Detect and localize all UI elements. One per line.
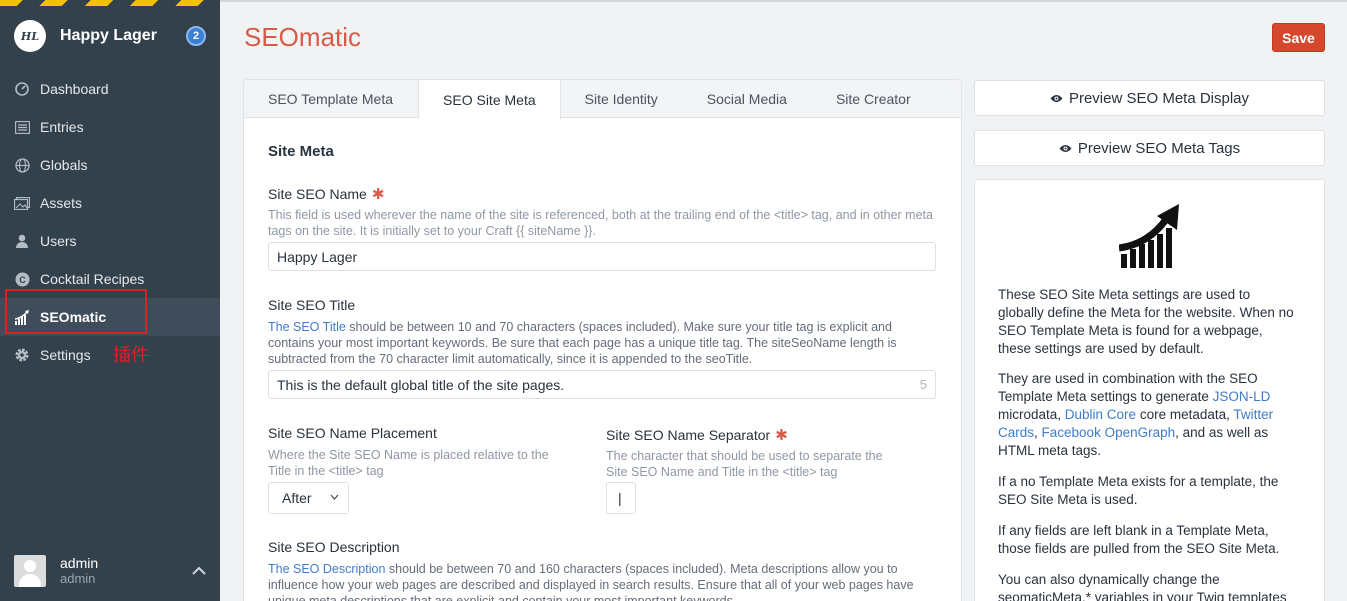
sidebar-item-dashboard[interactable]: Dashboard <box>0 70 220 108</box>
chevron-down-icon <box>330 490 339 507</box>
chevron-up-icon[interactable] <box>192 562 206 580</box>
info-panel: These SEO Site Meta settings are used to… <box>974 179 1325 601</box>
annotation-label: 插件 <box>113 345 149 366</box>
user-name: admin <box>60 555 99 571</box>
json-ld-link[interactable]: JSON-LD <box>1213 389 1271 404</box>
tab-site-identity[interactable]: Site Identity <box>561 80 683 117</box>
eye-icon <box>1059 141 1072 156</box>
site-seo-title-input[interactable]: This is the default global title of the … <box>268 370 936 399</box>
site-logo: HL <box>14 20 46 52</box>
dublin-core-link[interactable]: Dublin Core <box>1065 407 1136 422</box>
sidebar-item-label: Settings <box>40 347 91 363</box>
site-seo-name-input[interactable]: Happy Lager <box>268 242 936 271</box>
site-name[interactable]: Happy Lager <box>60 27 186 45</box>
globe-icon <box>14 157 30 173</box>
section-title: Site Meta <box>268 143 334 160</box>
notification-badge[interactable]: 2 <box>186 26 206 46</box>
seo-title-link[interactable]: The SEO Title <box>268 320 346 334</box>
sidebar-item-label: Dashboard <box>40 81 109 97</box>
sidebar-item-label: Globals <box>40 157 88 173</box>
sidebar-item-settings[interactable]: Settings <box>0 336 220 374</box>
info-paragraph: You can also dynamically change the seom… <box>998 572 1287 601</box>
preview-meta-display-button[interactable]: Preview SEO Meta Display <box>974 80 1325 116</box>
tab-seo-template-meta[interactable]: SEO Template Meta <box>244 80 418 117</box>
sidebar-item-globals[interactable]: Globals <box>0 146 220 184</box>
seo-description-link[interactable]: The SEO Description <box>268 562 385 576</box>
site-seo-name-label: Site SEO Name ✱ <box>268 186 385 203</box>
required-icon: ✱ <box>371 186 385 203</box>
page-title: SEOmatic <box>244 22 362 52</box>
tab-seo-site-meta[interactable]: SEO Site Meta <box>418 80 561 119</box>
site-header[interactable]: HL Happy Lager 2 <box>0 6 220 66</box>
save-button[interactable]: Save <box>1272 23 1325 52</box>
placement-label: Site SEO Name Placement <box>268 425 437 441</box>
site-seo-title-instructions: The SEO Title should be between 10 and 7… <box>268 320 897 366</box>
users-icon <box>14 233 30 249</box>
info-paragraph: These SEO Site Meta settings are used to… <box>998 287 1294 356</box>
info-paragraph: If a no Template Meta exists for a templ… <box>998 474 1279 507</box>
dashboard-icon <box>14 81 30 97</box>
site-seo-title-label: Site SEO Title <box>268 297 356 313</box>
sidebar-item-users[interactable]: Users <box>0 222 220 260</box>
description-instructions: The SEO Description should be between 70… <box>268 562 914 601</box>
placement-select[interactable]: After <box>268 482 349 514</box>
eye-icon <box>1050 91 1063 106</box>
user-menu[interactable]: admin admin <box>0 541 220 601</box>
site-seo-name-instructions: This field is used wherever the name of … <box>268 208 933 238</box>
separator-input[interactable]: | <box>606 482 636 514</box>
sidebar-item-label: Users <box>40 233 77 249</box>
seomatic-logo-icon <box>1118 204 1183 268</box>
highlight-box <box>5 289 147 334</box>
user-username: admin <box>60 571 96 586</box>
separator-label: Site SEO Name Separator ✱ <box>606 427 788 444</box>
separator-instructions: The character that should be used to sep… <box>606 449 883 479</box>
svg-text:C: C <box>19 275 26 285</box>
preview-meta-tags-button[interactable]: Preview SEO Meta Tags <box>974 130 1325 166</box>
plugin-c-icon: C <box>14 271 30 287</box>
description-label: Site SEO Description <box>268 539 400 555</box>
info-paragraph: If any fields are left blank in a Templa… <box>998 523 1280 556</box>
required-icon: ✱ <box>775 427 788 444</box>
entries-icon <box>14 119 30 135</box>
char-counter: 5 <box>919 377 927 392</box>
sidebar-item-entries[interactable]: Entries <box>0 108 220 146</box>
sidebar-item-label: Assets <box>40 195 83 211</box>
sidebar-item-assets[interactable]: Assets <box>0 184 220 222</box>
tab-social-media[interactable]: Social Media <box>683 80 812 117</box>
assets-icon <box>14 195 30 211</box>
settings-card: SEO Template Meta SEO Site Meta Site Ide… <box>244 80 961 601</box>
tab-site-creator[interactable]: Site Creator <box>812 80 936 117</box>
gear-icon <box>14 347 30 363</box>
placement-instructions: Where the Site SEO Name is placed relati… <box>268 448 549 478</box>
tab-bar: SEO Template Meta SEO Site Meta Site Ide… <box>244 80 961 119</box>
avatar <box>14 555 46 587</box>
facebook-opengraph-link[interactable]: Facebook OpenGraph <box>1042 425 1176 440</box>
main-content: SEOmatic Save SEO Template Meta SEO Site… <box>220 0 1347 601</box>
sidebar-item-label: Cocktail Recipes <box>40 271 145 287</box>
sidebar-item-label: Entries <box>40 119 84 135</box>
info-paragraph: They are used in combination with the SE… <box>998 371 1274 458</box>
